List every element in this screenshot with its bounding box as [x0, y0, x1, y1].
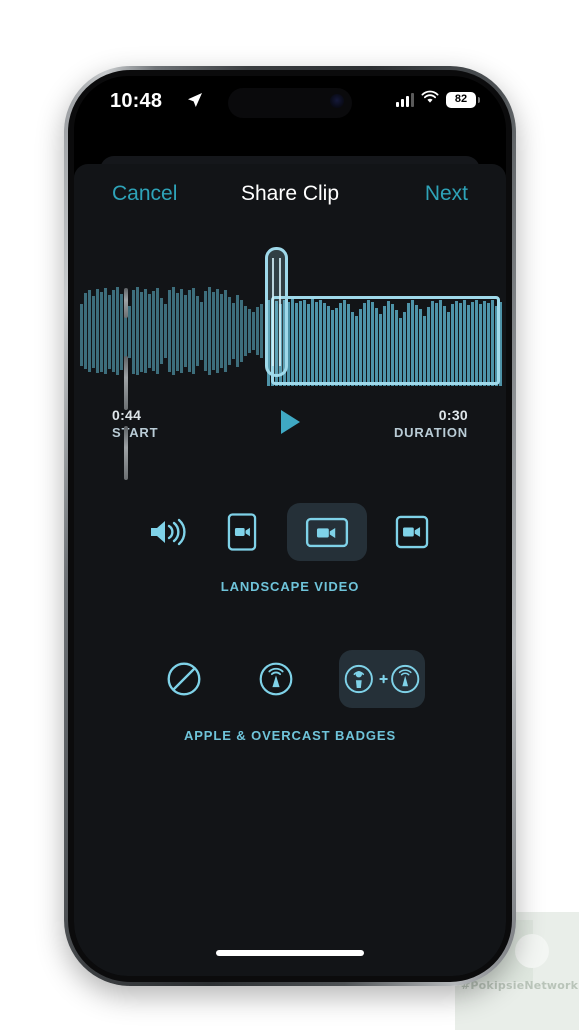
- play-button[interactable]: [273, 405, 307, 439]
- front-camera-icon: [330, 94, 344, 108]
- battery-indicator: 82: [446, 91, 480, 108]
- apple-plus-overcast-icon: [344, 664, 420, 694]
- badges-label: APPLE & OVERCAST BADGES: [183, 728, 397, 743]
- video-format-group: LANDSCAPE VIDEO: [74, 503, 506, 594]
- portrait-video-icon: [227, 513, 257, 551]
- overcast-antenna-icon: [259, 662, 293, 696]
- duration-label: DURATION: [393, 425, 468, 440]
- clip-timeline: 0:44 START 0:30 DURATION: [74, 401, 506, 457]
- option-portrait-video[interactable]: [213, 503, 271, 561]
- watermark-text: #PokipsieNetwork: [461, 979, 579, 992]
- next-button[interactable]: Next: [425, 182, 468, 206]
- sheet-navbar: Cancel Share Clip Next: [74, 164, 506, 224]
- option-square-video[interactable]: [383, 503, 441, 561]
- audio-waveform[interactable]: [74, 246, 506, 391]
- status-bar: 10:48 82: [74, 76, 506, 132]
- share-clip-sheet: Cancel Share Clip Next 0:44 START 0:30 D…: [74, 164, 506, 976]
- phone-device: 10:48 82 Cancel Share Clip Next 0:44 STA…: [64, 66, 516, 986]
- start-time-value: 0:44: [112, 407, 142, 423]
- option-no-badge[interactable]: [155, 650, 213, 708]
- duration-group: 0:30 DURATION: [394, 407, 468, 440]
- audio-only-speaker-icon: [151, 518, 186, 546]
- option-overcast-badge[interactable]: [247, 650, 305, 708]
- screenshot-root: #PokipsieNetwork 10:48 82 Cancel Share C…: [0, 0, 579, 1030]
- option-audio-only[interactable]: [139, 503, 197, 561]
- silent-switch-button[interactable]: [124, 288, 128, 318]
- status-indicators: 82: [396, 90, 480, 109]
- badges-group: APPLE & OVERCAST BADGES: [74, 650, 506, 743]
- landscape-video-icon: [305, 517, 349, 547]
- clip-start-handle[interactable]: [264, 247, 288, 377]
- signal-bars-icon: [396, 92, 414, 107]
- status-time: 10:48: [110, 90, 163, 112]
- volume-down-button[interactable]: [124, 426, 128, 480]
- square-video-icon: [395, 515, 429, 549]
- badges-options: [74, 650, 506, 708]
- option-landscape-video[interactable]: [287, 503, 367, 561]
- video-format-options: [74, 503, 506, 561]
- wifi-icon: [421, 90, 439, 109]
- location-arrow-icon: [187, 92, 203, 108]
- video-format-label: LANDSCAPE VIDEO: [220, 579, 360, 594]
- phone-screen: 10:48 82 Cancel Share Clip Next 0:44 STA…: [74, 76, 506, 976]
- waveform-editor[interactable]: [74, 246, 506, 391]
- no-badge-slash-icon: [167, 662, 201, 696]
- battery-level-text: 82: [454, 93, 468, 105]
- start-time-label: START: [112, 425, 159, 440]
- start-time-group: 0:44 START: [112, 407, 158, 440]
- volume-up-button[interactable]: [124, 356, 128, 410]
- play-icon: [281, 410, 300, 434]
- duration-value: 0:30: [438, 407, 468, 423]
- home-indicator[interactable]: [216, 950, 364, 956]
- option-apple-overcast-badges[interactable]: [339, 650, 425, 708]
